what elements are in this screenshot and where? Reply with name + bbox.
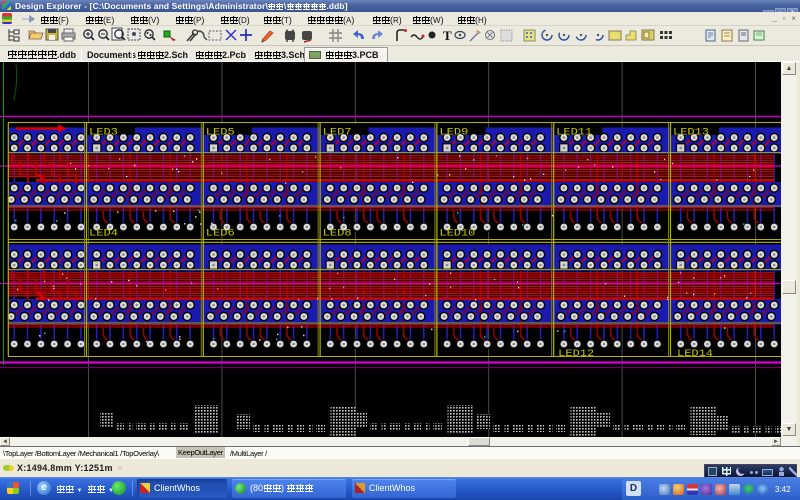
svg-text:LED11: LED11: [556, 127, 592, 139]
svg-text:LED5: LED5: [206, 127, 235, 139]
svg-text:LED12: LED12: [558, 348, 594, 360]
svg-text:LED13: LED13: [673, 127, 709, 139]
svg-text:LED14: LED14: [677, 348, 713, 360]
svg-text:LED8: LED8: [323, 228, 352, 240]
svg-text:LED3: LED3: [89, 127, 118, 139]
svg-text:LED9: LED9: [439, 127, 468, 139]
svg-text:LED10: LED10: [439, 228, 475, 240]
svg-text:LED7: LED7: [323, 127, 352, 139]
svg-text:LED6: LED6: [206, 228, 235, 240]
svg-text:LED4: LED4: [89, 228, 118, 240]
svg-text:T: T: [443, 28, 452, 43]
